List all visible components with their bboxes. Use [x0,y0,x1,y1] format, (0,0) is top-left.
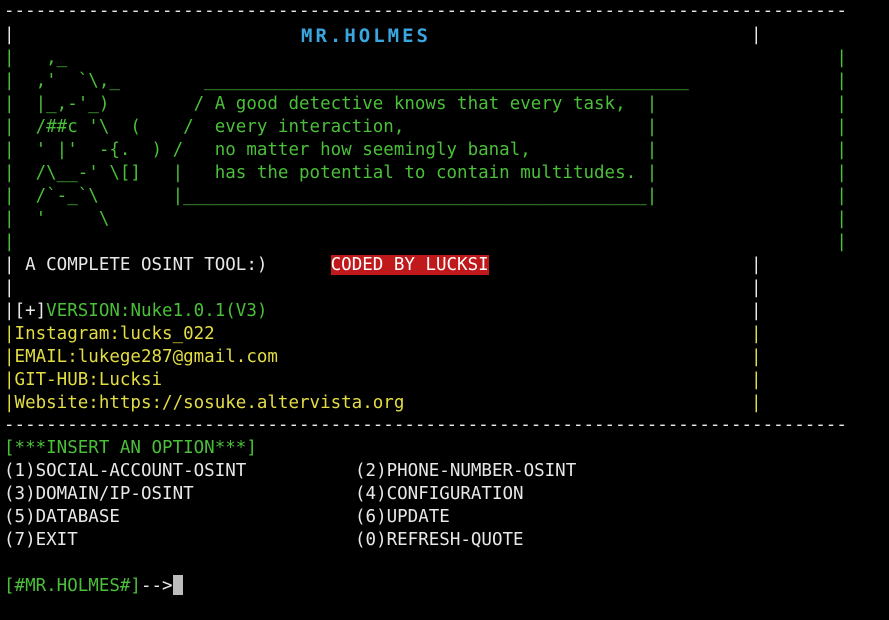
tagline-row: | A COMPLETE OSINT TOOL:) CODED BY LUCKS… [4,254,489,277]
github-line: |GIT-HUB:Lucksi [4,370,163,390]
email-line: |EMAIL:lukege287@gmail.com [4,347,278,367]
menu-option-social-account-osint[interactable]: (1)SOCIAL-ACCOUNT-OSINT [4,460,246,483]
banner-bottom-border: ----------------------------------------… [4,415,847,435]
banner-right-bar: | [751,347,762,367]
ascii-art-line: | ' |' -{. ) / no matter how seemingly b… [4,140,847,160]
ascii-art-line: | ,_ | [4,48,847,68]
banner-right-bar: | [751,301,762,321]
menu-header: [***INSERT AN OPTION***] [4,438,257,458]
menu-option-configuration[interactable]: (4)CONFIGURATION [355,483,524,506]
banner-right-bar: | [751,255,762,275]
tagline: | A COMPLETE OSINT TOOL:) [4,255,331,275]
menu-option-phone-number-osint[interactable]: (2)PHONE-NUMBER-OSINT [355,460,576,483]
app-title: MR.HOLMES [301,25,431,47]
version-text: VERSION:Nuke1.0.1(V3) [46,301,268,321]
version-prefix: |[+] [4,301,47,321]
website-line: |Website:https://sosuke.altervista.org [4,393,405,413]
terminal-window[interactable]: ----------------------------------------… [0,0,889,620]
banner-blank-line: | [4,278,15,298]
ascii-art-line: | ,' `\,_ ______________________________… [4,71,847,91]
banner-left-bar: | [4,25,15,45]
ascii-art-line: | | [4,232,847,252]
banner-right-bar: | [751,324,762,344]
ascii-art-line: | /`-_`\ |______________________________… [4,186,847,206]
version-row: |[+]VERSION:Nuke1.0.1(V3) [4,300,267,323]
banner-top-border: ----------------------------------------… [4,1,847,21]
ascii-art-line: | /\__-' \[] | has the potential to cont… [4,163,847,183]
menu-option-domain-ip-osint[interactable]: (3)DOMAIN/IP-OSINT [4,483,194,506]
text-cursor[interactable] [172,575,183,595]
prompt-arrow: --> [140,576,173,596]
menu-option-refresh-quote[interactable]: (0)REFRESH-QUOTE [355,529,524,552]
banner-right-bar: | [751,393,762,413]
coded-by-badge: CODED BY LUCKSI [330,255,489,275]
instagram-line: |Instagram:lucks_022 [4,324,215,344]
prompt-label: [#MR.HOLMES#] [4,576,141,596]
banner-right-bar: | [751,25,762,45]
menu-option-exit[interactable]: (7)EXIT [4,529,78,552]
banner-right-bar: | [751,278,762,298]
banner-right-bar: | [751,370,762,390]
command-prompt[interactable]: [#MR.HOLMES#]--> [4,575,183,598]
ascii-art-line: | /##c '\ ( / every interaction, | | [4,117,847,137]
menu-option-database[interactable]: (5)DATABASE [4,506,120,529]
ascii-art-line: | ' \ | [4,209,847,229]
ascii-art-line: | |_,-'_) / A good detective knows that … [4,94,847,114]
menu-option-update[interactable]: (6)UPDATE [355,506,450,529]
